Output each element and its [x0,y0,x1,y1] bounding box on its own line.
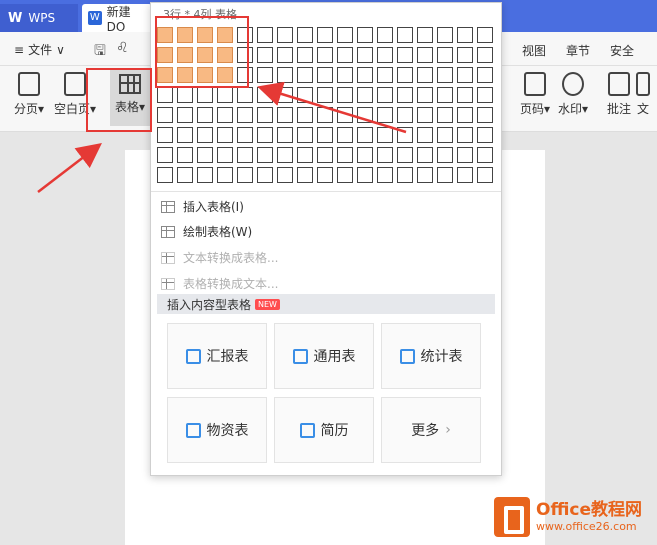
brand-url: www.office26.com [536,520,637,533]
office-logo-icon [494,497,530,537]
arrow-to-grid-selection [257,81,407,134]
brand-watermark: Office教程网 www.office26.com [494,492,657,542]
brand-title: Office教程网 [536,500,643,520]
annotation-arrows [37,81,407,193]
arrow-to-table-button [37,142,102,193]
